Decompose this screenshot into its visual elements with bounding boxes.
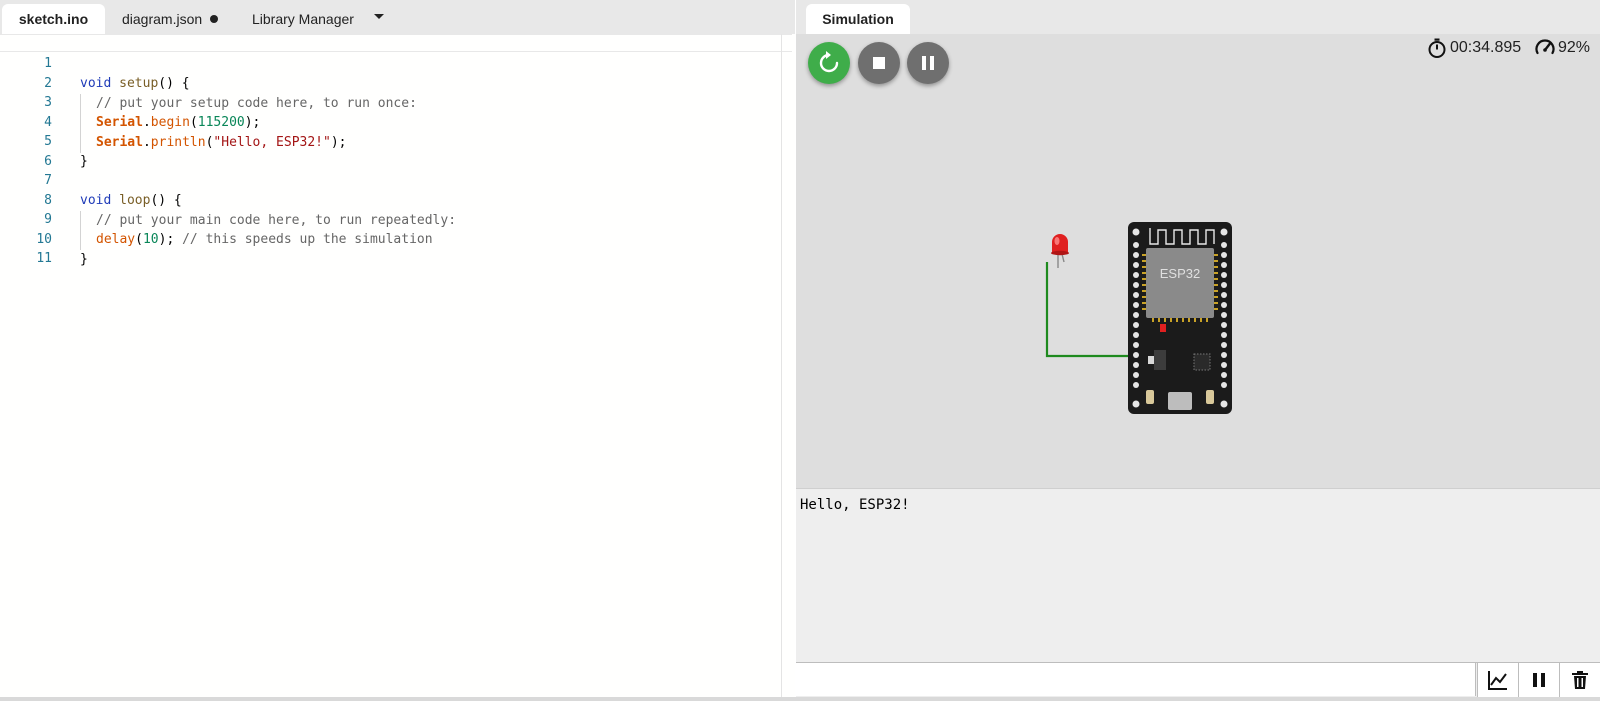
esp32-chip-label: ESP32 [1160, 266, 1200, 281]
clear-serial-button[interactable] [1559, 663, 1600, 697]
chart-line-icon [1488, 671, 1507, 690]
code-line: 11 [0, 229, 780, 266]
tab-sketch-ino-label: sketch.ino [18, 11, 89, 27]
serial-output: Hello, ESP32! [800, 497, 910, 513]
simulation-pane: Simulation 00:34.895 92% ESP32 Hello, ES… [796, 0, 1600, 698]
pause-icon [1533, 673, 1545, 687]
code-line: 10 } [0, 210, 780, 267]
code-token: } [80, 251, 88, 267]
code-line: 2 // put your setup code here, to run on… [0, 54, 780, 114]
tab-diagram-json[interactable]: diagram.json [122, 4, 219, 34]
tab-library-manager-label: Library Manager [252, 11, 354, 27]
tab-library-manager[interactable]: Library Manager [252, 4, 354, 34]
code-line: 6 [0, 132, 780, 169]
unsaved-dot-icon [210, 15, 219, 24]
code-line: 1 void setup() { [0, 34, 780, 91]
code-line: 3 Serial.begin(115200); [0, 73, 780, 133]
serial-monitor[interactable]: Hello, ESP32! [796, 488, 1600, 662]
serial-input-bar [796, 662, 1600, 698]
editor-tab-bar: sketch.ino diagram.json Library Manager [0, 0, 795, 34]
code-line: 7 void loop() { [0, 151, 780, 208]
line-number: 11 [36, 251, 52, 266]
tab-diagram-json-label: diagram.json [122, 11, 203, 27]
code-line: 9 delay(10); // this speeds up the simul… [0, 190, 780, 250]
editor-pane: sketch.ino diagram.json Library Manager … [0, 0, 795, 697]
code-line: 5 } [0, 112, 780, 169]
serial-plotter-button[interactable] [1477, 663, 1518, 697]
tab-menu-dropdown-icon[interactable] [372, 10, 386, 24]
esp32-board[interactable]: ESP32 [1128, 222, 1232, 414]
serial-input[interactable] [796, 663, 1476, 696]
trash-icon [1572, 671, 1588, 689]
serial-pause-button[interactable] [1518, 663, 1559, 697]
code-line: 8 // put your main code here, to run rep… [0, 171, 780, 231]
code-editor[interactable]: 1 void setup() { 2 // put your setup cod… [0, 34, 795, 697]
tab-sketch-ino[interactable]: sketch.ino [2, 4, 105, 34]
window-bottom-edge [0, 697, 1600, 701]
red-led[interactable] [1048, 232, 1072, 272]
code-line: 4 Serial.println("Hello, ESP32!"); [0, 93, 780, 153]
